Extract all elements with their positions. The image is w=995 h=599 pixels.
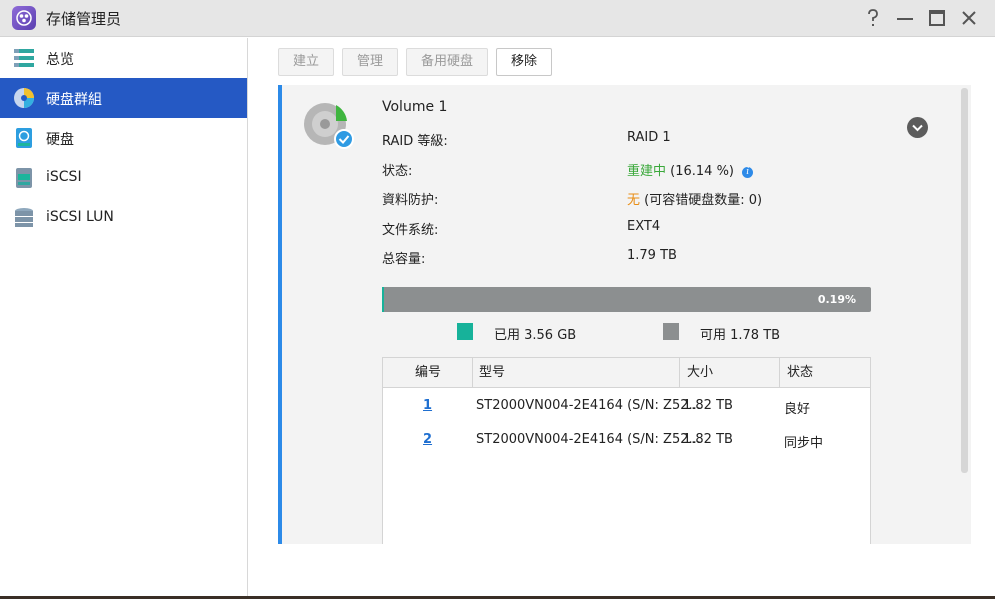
sidebar-item-label: iSCSI LUN xyxy=(46,209,114,225)
column-divider xyxy=(779,358,780,388)
volume-disk-icon xyxy=(303,102,355,150)
status-label: 状态: xyxy=(382,164,413,179)
overview-icon xyxy=(13,47,35,69)
status-value: 重建中 (16.14 %) i xyxy=(627,160,754,179)
free-legend-swatch xyxy=(663,323,679,340)
help-icon[interactable] xyxy=(861,6,885,30)
disk-number-link[interactable]: 2 xyxy=(423,432,432,447)
close-icon[interactable] xyxy=(957,6,981,30)
used-legend-label: 已用 3.56 GB xyxy=(494,328,577,343)
sidebar-item-label: iSCSI xyxy=(46,169,82,185)
filesystem-label: 文件系统: xyxy=(382,223,439,238)
sidebar: 总览 硬盘群組 硬盘 iSCSI iSCSI LUN xyxy=(0,38,248,599)
status-progress: (16.14 %) xyxy=(670,164,735,179)
sidebar-item-label: 硬盘群組 xyxy=(46,92,102,108)
disk-number-link[interactable]: 1 xyxy=(423,398,432,413)
total-capacity-value: 1.79 TB xyxy=(627,248,677,263)
iscsi-icon xyxy=(13,167,35,189)
usage-bar-used xyxy=(382,287,384,312)
column-header-status[interactable]: 状态 xyxy=(787,358,813,388)
sidebar-item-disks[interactable]: 硬盘 xyxy=(0,118,247,158)
disk-icon xyxy=(13,127,35,149)
disk-size: 1.82 TB xyxy=(683,432,733,447)
disk-table: 编号 型号 大小 状态 1 ST2000VN004-2E4164 (S/N: Z… xyxy=(382,357,871,544)
sidebar-item-disk-groups[interactable]: 硬盘群組 xyxy=(0,78,247,118)
sidebar-item-label: 硬盘 xyxy=(46,132,74,148)
remove-button[interactable]: 移除 xyxy=(496,48,552,76)
window-title: 存储管理员 xyxy=(46,10,122,28)
info-icon[interactable]: i xyxy=(742,167,754,178)
used-legend-swatch xyxy=(457,323,473,340)
filesystem-value: EXT4 xyxy=(627,219,661,234)
storage-manager-icon xyxy=(12,6,36,30)
table-header: 编号 型号 大小 状态 xyxy=(383,358,870,388)
column-divider xyxy=(472,358,473,388)
protection-detail: (可容错硬盘数量: 0) xyxy=(644,193,763,208)
usage-bar: 0.19% xyxy=(382,287,871,312)
raid-level-label: RAID 等級: xyxy=(382,134,448,149)
column-divider xyxy=(679,358,680,388)
protection-state: 无 xyxy=(627,193,641,208)
total-capacity-label: 总容量: xyxy=(382,252,426,267)
maximize-icon[interactable] xyxy=(925,6,949,30)
create-button[interactable]: 建立 xyxy=(278,48,334,76)
data-protection-value: 无 (可容错硬盘数量: 0) xyxy=(627,189,762,208)
raid-level-value: RAID 1 xyxy=(627,130,671,145)
chevron-down-icon[interactable] xyxy=(907,117,928,138)
disk-model: ST2000VN004-2E4164 (S/N: Z52... xyxy=(476,432,701,447)
manage-button[interactable]: 管理 xyxy=(342,48,398,76)
scrollbar[interactable] xyxy=(961,88,968,473)
sidebar-item-label: 总览 xyxy=(46,52,74,68)
column-header-size[interactable]: 大小 xyxy=(687,358,713,388)
sidebar-item-iscsi[interactable]: iSCSI xyxy=(0,158,247,198)
sidebar-item-overview[interactable]: 总览 xyxy=(0,38,247,78)
disk-status: 良好 xyxy=(784,402,811,417)
status-state: 重建中 xyxy=(627,164,667,179)
disk-group-icon xyxy=(13,87,35,109)
data-protection-label: 資料防护: xyxy=(382,193,439,208)
usage-percent: 0.19% xyxy=(817,293,856,306)
iscsi-lun-icon xyxy=(13,207,35,229)
hot-spare-button[interactable]: 备用硬盘 xyxy=(406,48,488,76)
minimize-icon[interactable] xyxy=(893,6,917,30)
free-legend-label: 可用 1.78 TB xyxy=(700,328,781,343)
volume-name: Volume 1 xyxy=(382,99,448,115)
column-header-model[interactable]: 型号 xyxy=(479,358,505,388)
disk-size: 1.82 TB xyxy=(683,398,733,413)
sidebar-item-iscsi-lun[interactable]: iSCSI LUN xyxy=(0,198,247,238)
disk-model: ST2000VN004-2E4164 (S/N: Z52... xyxy=(476,398,701,413)
title-bar: 存储管理员 xyxy=(0,0,995,37)
disk-status: 同步中 xyxy=(784,436,824,451)
column-header-number[interactable]: 编号 xyxy=(415,358,441,388)
